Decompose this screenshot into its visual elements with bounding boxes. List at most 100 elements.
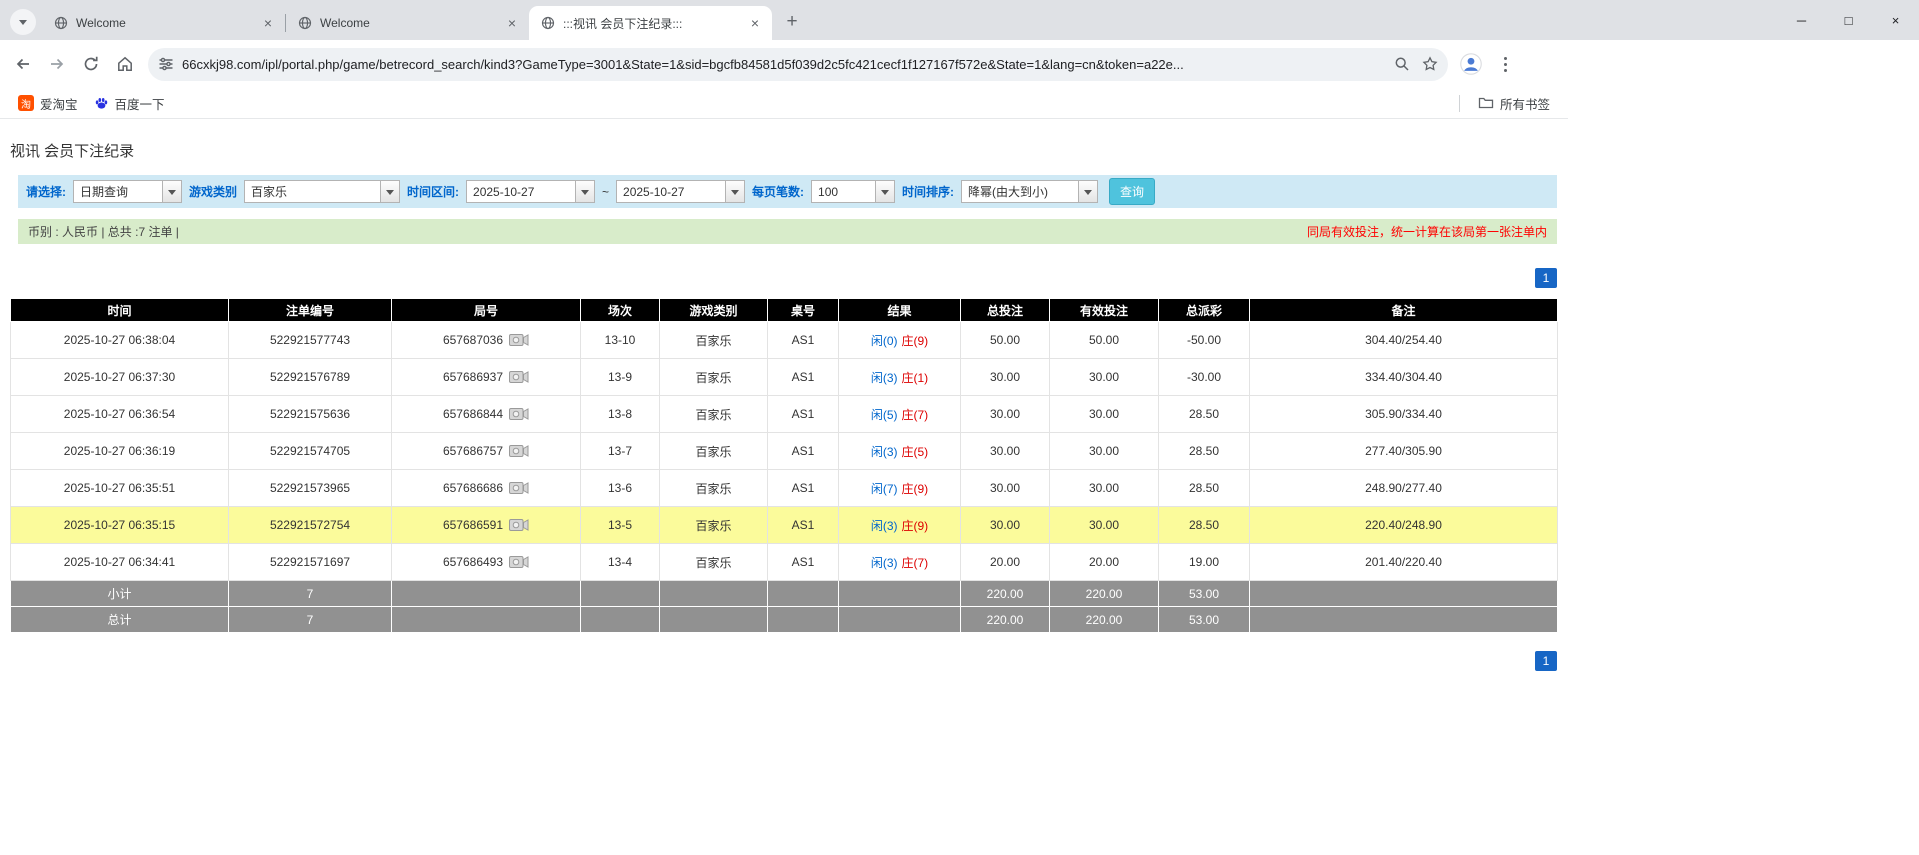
cell-note: 304.40/254.40 (1250, 322, 1558, 359)
profile-avatar-icon[interactable] (1454, 47, 1488, 81)
minimize-button[interactable]: ─ (1778, 0, 1825, 40)
cell-table-no: AS1 (768, 396, 839, 433)
video-replay-icon[interactable] (509, 481, 529, 495)
date-from-select[interactable]: 2025-10-27 (466, 180, 595, 203)
page-size-select[interactable]: 100 (811, 180, 895, 203)
home-button[interactable] (108, 47, 142, 81)
total-bet-link[interactable]: 30.00 (961, 359, 1050, 396)
cell-bet-id: 522921574705 (229, 433, 392, 470)
cell-note: 201.40/220.40 (1250, 544, 1558, 581)
cell-round-id: 657686757 (392, 433, 581, 470)
tab-close-icon[interactable]: × (746, 14, 764, 32)
tab-bet-records[interactable]: :::视讯 会员下注纪录::: × (529, 6, 772, 40)
tab-welcome-2[interactable]: Welcome × (286, 6, 529, 40)
total-bet-link[interactable]: 30.00 (961, 396, 1050, 433)
tab-close-icon[interactable]: × (503, 14, 521, 32)
cell-valid-bet: 30.00 (1050, 359, 1159, 396)
bookmark-aitaobao[interactable]: 淘 爱淘宝 (10, 91, 86, 116)
date-to-select[interactable]: 2025-10-27 (616, 180, 745, 203)
query-mode-select[interactable]: 日期查询 (73, 180, 182, 203)
bet-records-table: 时间 注单编号 局号 场次 游戏类别 桌号 结果 总投注 有效投注 总派彩 备注… (10, 298, 1558, 633)
cell-note: 220.40/248.90 (1250, 507, 1558, 544)
address-bar[interactable]: 66cxkj98.com/ipl/portal.php/game/betreco… (148, 48, 1448, 81)
sort-label: 时间排序: (902, 183, 954, 200)
navigation-bar: 66cxkj98.com/ipl/portal.php/game/betreco… (0, 40, 1568, 88)
game-type-select[interactable]: 百家乐 (244, 180, 400, 203)
video-replay-icon[interactable] (509, 518, 529, 532)
url-text[interactable]: 66cxkj98.com/ipl/portal.php/game/betreco… (182, 57, 1382, 72)
col-result: 结果 (839, 299, 961, 322)
chevron-down-icon[interactable] (875, 181, 894, 202)
chevron-down-icon[interactable] (725, 181, 744, 202)
cell-bet-id: 522921571697 (229, 544, 392, 581)
new-tab-button[interactable]: + (778, 8, 806, 36)
cell-session: 13-6 (581, 470, 660, 507)
cell-payout: 19.00 (1159, 544, 1250, 581)
result-player: 闲(5) (871, 408, 898, 422)
window-close-button[interactable]: × (1872, 0, 1919, 40)
sort-select[interactable]: 降幂(由大到小) (961, 180, 1098, 203)
total-count: 7 (229, 607, 392, 633)
site-info-icon[interactable] (158, 56, 174, 72)
video-replay-icon[interactable] (509, 370, 529, 384)
video-replay-icon[interactable] (509, 333, 529, 347)
tab-search-button[interactable] (10, 9, 36, 35)
info-bar: 币别 : 人民币 | 总共 :7 注单 | 同局有效投注，统一计算在该局第一张注… (18, 219, 1557, 244)
forward-button[interactable] (40, 47, 74, 81)
subtotal-count: 7 (229, 581, 392, 607)
bet-table-row: 2025-10-27 06:36:19 522921574705 6576867… (11, 433, 1558, 470)
video-replay-icon[interactable] (509, 555, 529, 569)
total-label: 总计 (11, 607, 229, 633)
pagination-bottom: 1 (10, 651, 1557, 671)
cell-round-id: 657686937 (392, 359, 581, 396)
video-replay-icon[interactable] (509, 444, 529, 458)
bookmark-star-icon[interactable] (1422, 56, 1438, 72)
cell-game-type: 百家乐 (660, 359, 768, 396)
chevron-down-icon[interactable] (1078, 181, 1097, 202)
date-range-label: 时间区间: (407, 183, 459, 200)
back-button[interactable] (6, 47, 40, 81)
cell-table-no: AS1 (768, 322, 839, 359)
subtotal-label: 小计 (11, 581, 229, 607)
round-id-text: 657686686 (443, 481, 503, 495)
total-bet-link[interactable]: 20.00 (961, 544, 1050, 581)
total-row: 总计 7 220.00 220.00 53.00 (11, 607, 1558, 633)
all-bookmarks-button[interactable]: 所有书签 (1470, 91, 1558, 116)
tab-close-icon[interactable]: × (259, 14, 277, 32)
browser-menu-icon[interactable] (1488, 47, 1522, 81)
reload-button[interactable] (74, 47, 108, 81)
subtotal-valid-bet: 220.00 (1050, 581, 1159, 607)
search-button[interactable]: 查询 (1109, 178, 1155, 205)
cell-game-type: 百家乐 (660, 507, 768, 544)
video-replay-icon[interactable] (509, 407, 529, 421)
result-player: 闲(3) (871, 445, 898, 459)
bookmark-baidu[interactable]: 百度一下 (86, 91, 173, 116)
round-id-text: 657687036 (443, 333, 503, 347)
page-1-button[interactable]: 1 (1535, 651, 1557, 671)
tab-title: Welcome (320, 16, 495, 30)
total-bet-link[interactable]: 30.00 (961, 470, 1050, 507)
tab-welcome-1[interactable]: Welcome × (42, 6, 285, 40)
page-size-label: 每页笔数: (752, 183, 804, 200)
result-banker: 庄(5) (902, 445, 929, 459)
total-bet-link[interactable]: 30.00 (961, 507, 1050, 544)
result-banker: 庄(1) (902, 371, 929, 385)
maximize-button[interactable]: □ (1825, 0, 1872, 40)
sort-value: 降幂(由大到小) (962, 181, 1078, 202)
cell-session: 13-4 (581, 544, 660, 581)
round-id-text: 657686937 (443, 370, 503, 384)
cell-payout: 28.50 (1159, 433, 1250, 470)
total-bet-link[interactable]: 50.00 (961, 322, 1050, 359)
chevron-down-icon[interactable] (162, 181, 181, 202)
taobao-icon: 淘 (18, 95, 34, 111)
total-bet-link[interactable]: 30.00 (961, 433, 1050, 470)
chevron-down-icon[interactable] (380, 181, 399, 202)
currency-summary-text: 币别 : 人民币 | 总共 :7 注单 | (28, 223, 179, 240)
result-banker: 庄(9) (902, 519, 929, 533)
cell-time: 2025-10-27 06:38:04 (11, 322, 229, 359)
chevron-down-icon[interactable] (575, 181, 594, 202)
cell-session: 13-5 (581, 507, 660, 544)
page-1-button[interactable]: 1 (1535, 268, 1557, 288)
globe-icon (298, 16, 312, 30)
zoom-icon[interactable] (1394, 56, 1410, 72)
